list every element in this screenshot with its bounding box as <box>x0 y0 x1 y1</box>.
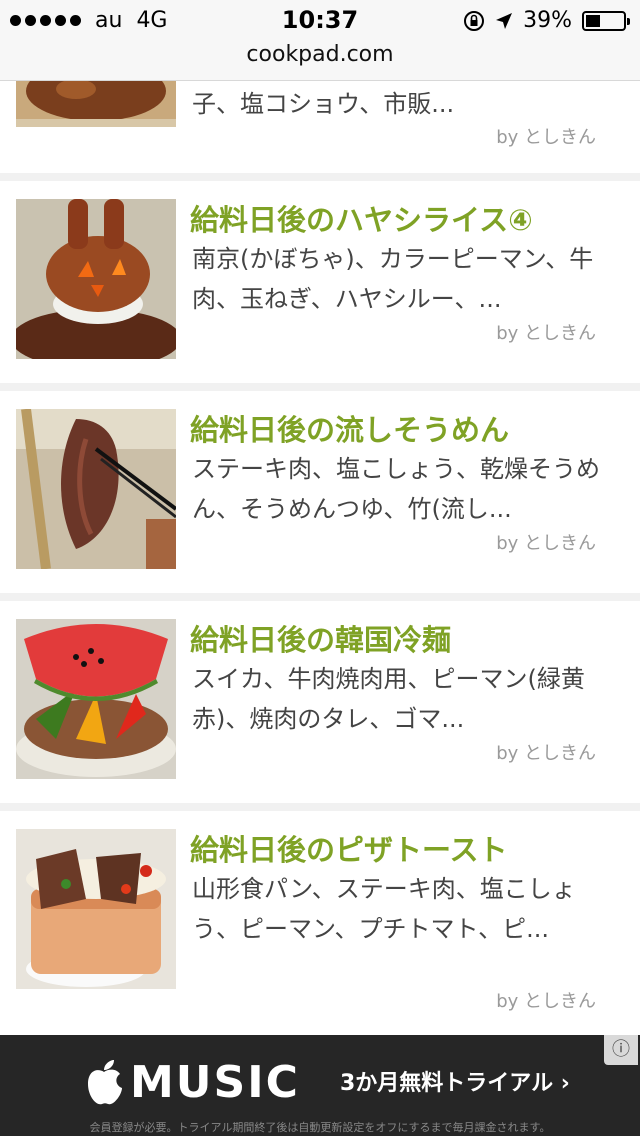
recipe-list-item[interactable]: 給料日後の流しそうめん ステーキ肉、塩こしょう、乾燥そうめん、そうめんつゆ、竹(… <box>0 391 640 594</box>
recipe-title[interactable]: 給料日後のピザトースト <box>190 827 508 869</box>
recipe-thumbnail <box>16 409 176 569</box>
recipe-list-item[interactable]: 子、塩コショウ、市販... by としきん <box>0 81 640 174</box>
rotation-lock-icon <box>464 10 485 31</box>
recipe-list-item[interactable]: 給料日後のピザトースト 山形食パン、ステーキ肉、塩こしょう、ピーマン、プチトマト… <box>0 811 640 1035</box>
recipe-ingredients: スイカ、牛肉焼肉用、ピーマン(緑黄赤)、焼肉のタレ、ゴマ... <box>192 665 585 733</box>
battery-icon <box>582 10 630 31</box>
recipe-thumbnail <box>16 81 176 127</box>
recipe-title[interactable]: 給料日後の流しそうめん <box>190 407 509 449</box>
recipe-ingredients: ステーキ肉、塩こしょう、乾燥そうめん、そうめんつゆ、竹(流し... <box>192 455 600 523</box>
ad-cta-button[interactable]: 3か月無料トライアル › <box>340 1065 570 1097</box>
recipe-title[interactable]: 給料日後の韓国冷麺 <box>190 617 451 659</box>
recipe-ingredients: 山形食パン、ステーキ肉、塩こしょう、ピーマン、プチトマト、ピ... <box>192 875 576 943</box>
battery-level <box>586 14 600 27</box>
recipe-list-item[interactable]: 給料日後の韓国冷麺 スイカ、牛肉焼肉用、ピーマン(緑黄赤)、焼肉のタレ、ゴマ..… <box>0 601 640 804</box>
battery-percent: 39% <box>523 8 572 33</box>
recipe-author[interactable]: by としきん <box>496 987 596 1013</box>
location-arrow-icon <box>496 12 513 29</box>
recipe-author[interactable]: by としきん <box>496 529 596 555</box>
recipe-list-item[interactable]: 給料日後のハヤシライス④ 南京(かぼちゃ)、カラーピーマン、牛肉、玉ねぎ、ハヤシ… <box>0 181 640 384</box>
apple-logo-icon <box>88 1059 122 1104</box>
list-separator <box>0 803 640 811</box>
recipe-thumbnail <box>16 199 176 359</box>
ad-fineprint: 会員登録が必要。トライアル期間終了後は自動更新設定をオフにするまで毎月課金されま… <box>89 1121 551 1134</box>
list-separator <box>0 593 640 601</box>
status-right: 39% <box>463 8 630 33</box>
recipe-author[interactable]: by としきん <box>496 739 596 765</box>
status-bar: au 4G 10:37 39% cookpad.com <box>0 0 640 81</box>
apple-music-ad-banner[interactable]: MUSIC 3か月無料トライアル › 会員登録が必要。トライアル期間終了後は自動… <box>0 1035 640 1136</box>
list-separator <box>0 173 640 181</box>
recipe-thumbnail <box>16 829 176 989</box>
url-bar[interactable]: cookpad.com <box>0 42 640 67</box>
recipe-author[interactable]: by としきん <box>496 123 596 149</box>
recipe-ingredients: 南京(かぼちゃ)、カラーピーマン、牛肉、玉ねぎ、ハヤシルー、... <box>192 245 594 313</box>
recipe-thumbnail <box>16 619 176 779</box>
list-separator <box>0 383 640 391</box>
apple-music-logo: MUSIC <box>84 1057 300 1108</box>
ad-brand: MUSIC <box>130 1057 300 1108</box>
ad-info-icon[interactable]: ⓘ <box>604 1035 638 1065</box>
recipe-ingredients: 子、塩コショウ、市販... <box>192 90 455 118</box>
recipe-title[interactable]: 給料日後のハヤシライス④ <box>190 197 533 239</box>
recipe-author[interactable]: by としきん <box>496 319 596 345</box>
